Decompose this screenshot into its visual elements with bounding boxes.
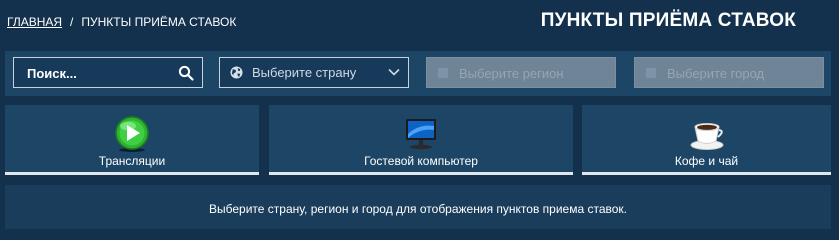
top-bar: ГЛАВНАЯ / ПУНКТЫ ПРИЁМА СТАВОК ПУНКТЫ ПРИЁ… — [0, 0, 839, 48]
region-select: Выберите регион — [426, 57, 616, 88]
search-box — [13, 57, 203, 89]
breadcrumb: ГЛАВНАЯ / ПУНКТЫ ПРИЁМА СТАВОК — [7, 15, 236, 29]
city-select: Выберите город — [634, 57, 824, 88]
info-message: Выберите страну, регион и город для отоб… — [209, 202, 627, 216]
chevron-down-icon — [388, 68, 400, 76]
page-title: ПУНКТЫ ПРИЁМА СТАВОК — [540, 10, 796, 31]
country-select[interactable]: Выберите страну — [219, 57, 409, 88]
filters-bar: Выберите страну Выберите регион Выберите… — [5, 51, 831, 96]
city-marker-icon — [646, 68, 656, 78]
service-tile-guest-computer[interactable]: Гостевой компьютер — [269, 105, 573, 175]
breadcrumb-home-link[interactable]: ГЛАВНАЯ — [7, 15, 62, 29]
service-label: Трансляции — [98, 154, 166, 168]
play-icon — [115, 116, 149, 152]
breadcrumb-current: ПУНКТЫ ПРИЁМА СТАВОК — [81, 15, 237, 29]
search-input[interactable] — [14, 58, 179, 89]
service-label: Гостевой компьютер — [364, 154, 478, 168]
region-select-label: Выберите регион — [459, 66, 564, 81]
monitor-icon — [406, 119, 436, 150]
country-select-label: Выберите страну — [252, 65, 357, 80]
globe-icon — [230, 66, 243, 79]
info-panel: Выберите страну, регион и город для отоб… — [5, 185, 831, 229]
city-select-label: Выберите город — [667, 66, 765, 81]
service-tile-broadcasts[interactable]: Трансляции — [5, 105, 259, 175]
region-marker-icon — [438, 68, 448, 78]
service-label: Кофе и чай — [674, 154, 739, 168]
breadcrumb-separator: / — [70, 15, 74, 29]
coffee-cup-icon — [690, 123, 723, 150]
service-tile-coffee-tea[interactable]: Кофе и чай — [582, 105, 831, 175]
search-icon[interactable] — [178, 65, 194, 81]
